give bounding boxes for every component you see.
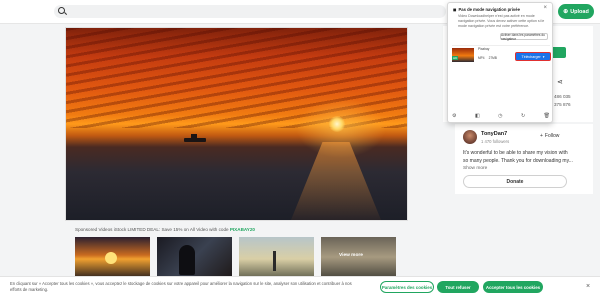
sponsored-label: Sponsored Videos iStock LIMITED DEAL: Sa… <box>75 227 229 232</box>
download-media-button[interactable]: Télécharger ▾ <box>515 52 551 61</box>
history-icon[interactable]: ◷ <box>498 113 502 119</box>
main-photo[interactable] <box>66 28 407 220</box>
gear-icon[interactable]: ⚙ <box>452 113 456 119</box>
media-source: Pixabay <box>478 47 490 51</box>
reject-all-button[interactable]: Tout refuser <box>437 281 479 293</box>
photo-boat <box>184 134 206 142</box>
video-thumbnail-1[interactable] <box>75 237 150 277</box>
media-meta: Pixabay <box>478 47 489 51</box>
follow-button[interactable]: + Follow <box>540 133 559 139</box>
view-more-link[interactable]: View more <box>339 253 363 258</box>
share-icon[interactable]: ⋖ <box>557 78 563 86</box>
extension-popup: ◼ Pas de mode navigation privée × Video … <box>447 2 553 123</box>
views-count: 486 035 <box>554 94 571 99</box>
refresh-icon[interactable]: ↻ <box>521 113 525 119</box>
media-format: MP4 <box>478 56 485 60</box>
media-details: MP4 27MB <box>478 56 497 60</box>
upload-button[interactable]: ⊕ Upload <box>558 4 594 19</box>
sponsored-text: Sponsored Videos iStock LIMITED DEAL: Sa… <box>75 227 255 232</box>
trash-icon[interactable]: 🗑 <box>544 113 550 119</box>
follow-label: Follow <box>544 133 560 139</box>
photo-sun <box>329 116 345 132</box>
promo-code[interactable]: PIXABAY20 <box>230 227 255 232</box>
follow-icon: + <box>540 133 543 139</box>
show-more-link[interactable]: Show more <box>463 166 487 171</box>
chevron-down-icon: ▾ <box>542 54 545 59</box>
avatar[interactable] <box>463 130 477 144</box>
search-input[interactable] <box>54 5 446 18</box>
cookie-settings-button[interactable]: Paramètres des cookies <box>380 281 434 293</box>
popup-body: Video Downloadhelper n'est pas activé en… <box>458 14 545 28</box>
upload-label: Upload <box>570 8 589 15</box>
donate-button[interactable]: Donate <box>463 175 567 188</box>
cookie-text: En cliquant sur « Accepter tous les cook… <box>10 281 352 292</box>
video-thumbnail-2[interactable] <box>157 237 232 277</box>
close-icon[interactable]: × <box>543 5 547 11</box>
popup-header: ◼ Pas de mode navigation privée <box>453 7 520 12</box>
author-followers: 1 470 followers <box>481 139 510 144</box>
popup-title: Pas de mode navigation privée <box>458 7 520 12</box>
video-thumbnail-3[interactable] <box>239 237 314 277</box>
video-thumbnail-4[interactable]: View more <box>321 237 396 277</box>
tabs-icon[interactable]: ◧ <box>475 113 480 119</box>
author-message: It's wonderful to be able to share my vi… <box>463 150 573 164</box>
upload-icon: ⊕ <box>563 8 569 15</box>
popup-footer: ⚙ ◧ ◷ ↻ 🗑 <box>452 113 550 119</box>
author-name[interactable]: TonyDan7 <box>481 131 507 137</box>
incognito-icon: ◼ <box>453 7 457 12</box>
downloads-count: 375 876 <box>554 102 571 107</box>
accept-all-button[interactable]: Accepter tous les cookies <box>483 281 543 293</box>
media-size: 27MB <box>488 56 497 60</box>
search-icon <box>58 7 65 14</box>
quality-badge: HD <box>452 56 459 60</box>
browser-settings-button[interactable]: Activer dans les paramètres du navigateu… <box>500 33 548 41</box>
close-icon[interactable]: × <box>586 283 590 290</box>
download-label: Télécharger <box>521 54 541 59</box>
